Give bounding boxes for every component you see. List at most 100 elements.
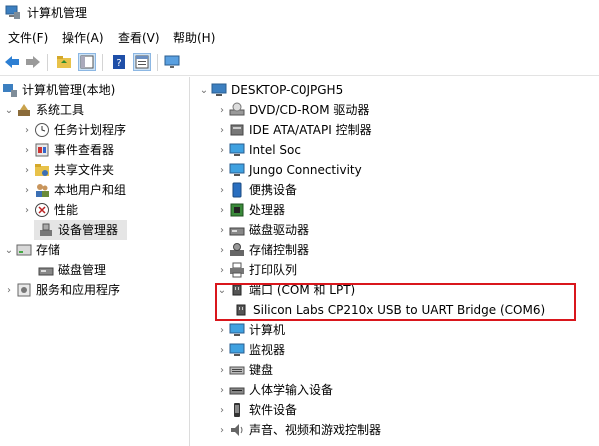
chevron-right-icon[interactable]: › <box>215 220 229 240</box>
menu-action[interactable]: 操作(A) <box>62 29 104 46</box>
chevron-right-icon[interactable]: › <box>20 120 34 140</box>
chevron-right-icon[interactable]: › <box>215 340 229 360</box>
computer-management-icon <box>2 82 18 98</box>
show-hide-tree-icon[interactable] <box>78 53 96 71</box>
storage-controller-icon <box>229 242 245 258</box>
portable-device-icon <box>229 182 245 198</box>
chevron-right-icon[interactable]: › <box>215 400 229 420</box>
monitor-icon <box>229 142 245 158</box>
device-category[interactable]: › Jungo Connectivity <box>215 160 362 180</box>
tree-item-label: 存储 <box>36 243 61 257</box>
device-tree-root[interactable]: ⌄ DESKTOP-C0JPGH5 <box>197 80 343 100</box>
toolbar-separator <box>102 54 103 71</box>
chevron-right-icon[interactable]: › <box>20 180 34 200</box>
users-icon <box>34 182 50 198</box>
speaker-icon <box>229 422 245 438</box>
chevron-down-icon[interactable]: ⌄ <box>2 240 16 260</box>
tree-item-device-manager[interactable]: 设备管理器 <box>34 220 127 240</box>
tree-item-system-tools[interactable]: ⌄ 系统工具 <box>2 100 84 120</box>
category-label: 计算机 <box>249 323 286 337</box>
tools-icon <box>16 102 32 118</box>
device-category[interactable]: › 键盘 <box>215 360 273 380</box>
device-category[interactable]: › DVD/CD-ROM 驱动器 <box>215 100 369 120</box>
chevron-down-icon[interactable]: ⌄ <box>2 100 16 120</box>
chevron-right-icon[interactable]: › <box>20 140 34 160</box>
services-icon <box>16 282 32 298</box>
computer-icon <box>211 82 227 98</box>
category-label: 处理器 <box>249 203 286 217</box>
category-label: 软件设备 <box>249 403 298 417</box>
device-category[interactable]: › 软件设备 <box>215 400 297 420</box>
tree-item-task-scheduler[interactable]: › 任务计划程序 <box>20 120 126 140</box>
tree-item-local-users[interactable]: › 本地用户和组 <box>20 180 126 200</box>
chevron-right-icon[interactable]: › <box>215 360 229 380</box>
chevron-right-icon[interactable]: › <box>215 420 229 440</box>
monitor-icon[interactable] <box>163 53 181 71</box>
category-label: Jungo Connectivity <box>249 163 362 177</box>
tree-item-disk-management[interactable]: 磁盘管理 <box>34 260 106 280</box>
device-category[interactable]: › 人体学输入设备 <box>215 380 333 400</box>
menu-view[interactable]: 查看(V) <box>118 29 160 46</box>
toolbar-separator <box>157 54 158 71</box>
chevron-right-icon[interactable]: › <box>2 280 16 300</box>
disk-drive-icon <box>229 222 245 238</box>
tree-item-shared-folders[interactable]: › 共享文件夹 <box>20 160 114 180</box>
device-category[interactable]: › 声音、视频和游戏控制器 <box>215 420 381 440</box>
chevron-right-icon[interactable]: › <box>215 380 229 400</box>
tree-item-performance[interactable]: › 性能 <box>20 200 78 220</box>
storage-icon <box>16 242 32 258</box>
software-device-icon <box>229 402 245 418</box>
device-category[interactable]: › IDE ATA/ATAPI 控制器 <box>215 120 372 140</box>
chevron-right-icon[interactable]: › <box>215 120 229 140</box>
chevron-right-icon[interactable]: › <box>215 320 229 340</box>
category-label: 便携设备 <box>249 183 298 197</box>
chevron-right-icon[interactable]: › <box>215 260 229 280</box>
chevron-right-icon[interactable]: › <box>215 140 229 160</box>
device-category[interactable]: › 计算机 <box>215 320 285 340</box>
tree-item-label: 任务计划程序 <box>54 123 127 137</box>
up-folder-icon[interactable] <box>55 53 73 71</box>
highlight-annotation-box <box>215 283 576 321</box>
properties-icon[interactable] <box>133 53 151 71</box>
computer-icon <box>229 322 245 338</box>
help-icon[interactable]: ? <box>110 53 128 71</box>
device-category[interactable]: › 存储控制器 <box>215 240 309 260</box>
chevron-right-icon[interactable]: › <box>215 160 229 180</box>
forward-arrow-icon[interactable] <box>24 53 42 71</box>
chevron-right-icon[interactable]: › <box>20 200 34 220</box>
tree-item-storage[interactable]: ⌄ 存储 <box>2 240 60 260</box>
tree-item-services-apps[interactable]: › 服务和应用程序 <box>2 280 120 300</box>
menu-file[interactable]: 文件(F) <box>8 29 48 46</box>
device-category[interactable]: › 磁盘驱动器 <box>215 220 309 240</box>
dvd-drive-icon <box>229 102 245 118</box>
tree-item-label: 共享文件夹 <box>54 163 115 177</box>
chevron-right-icon[interactable]: › <box>215 180 229 200</box>
device-category[interactable]: › 便携设备 <box>215 180 297 200</box>
chevron-right-icon[interactable]: › <box>215 240 229 260</box>
menu-help[interactable]: 帮助(H) <box>173 29 215 46</box>
tree-item-label: 服务和应用程序 <box>36 283 121 297</box>
device-category[interactable]: › 处理器 <box>215 200 285 220</box>
chevron-down-icon[interactable]: ⌄ <box>197 80 211 100</box>
category-label: 人体学输入设备 <box>249 383 334 397</box>
event-viewer-icon <box>34 142 50 158</box>
device-category[interactable]: › 监视器 <box>215 340 285 360</box>
chevron-right-icon[interactable]: › <box>20 160 34 180</box>
ide-controller-icon <box>229 122 245 138</box>
device-category[interactable]: › 打印队列 <box>215 260 297 280</box>
tree-item-event-viewer[interactable]: › 事件查看器 <box>20 140 114 160</box>
tree-item-label: 性能 <box>54 203 79 217</box>
device-category[interactable]: › Intel Soc <box>215 140 301 160</box>
navigation-tree: 计算机管理(本地) ⌄ 系统工具 › 任务计划程序 › 事件查看器 › 共享文件… <box>0 77 190 446</box>
svg-text:?: ? <box>116 58 121 69</box>
tree-item-label: 磁盘管理 <box>58 263 107 277</box>
tree-item-computer-management[interactable]: 计算机管理(本地) <box>2 80 115 100</box>
back-arrow-icon[interactable] <box>3 53 21 71</box>
root-label: DESKTOP-C0JPGH5 <box>231 83 344 97</box>
hid-icon <box>229 382 245 398</box>
chevron-right-icon[interactable]: › <box>215 100 229 120</box>
category-label: 监视器 <box>249 343 286 357</box>
performance-icon <box>34 202 50 218</box>
chevron-right-icon[interactable]: › <box>215 200 229 220</box>
tree-item-label: 设备管理器 <box>58 223 119 237</box>
